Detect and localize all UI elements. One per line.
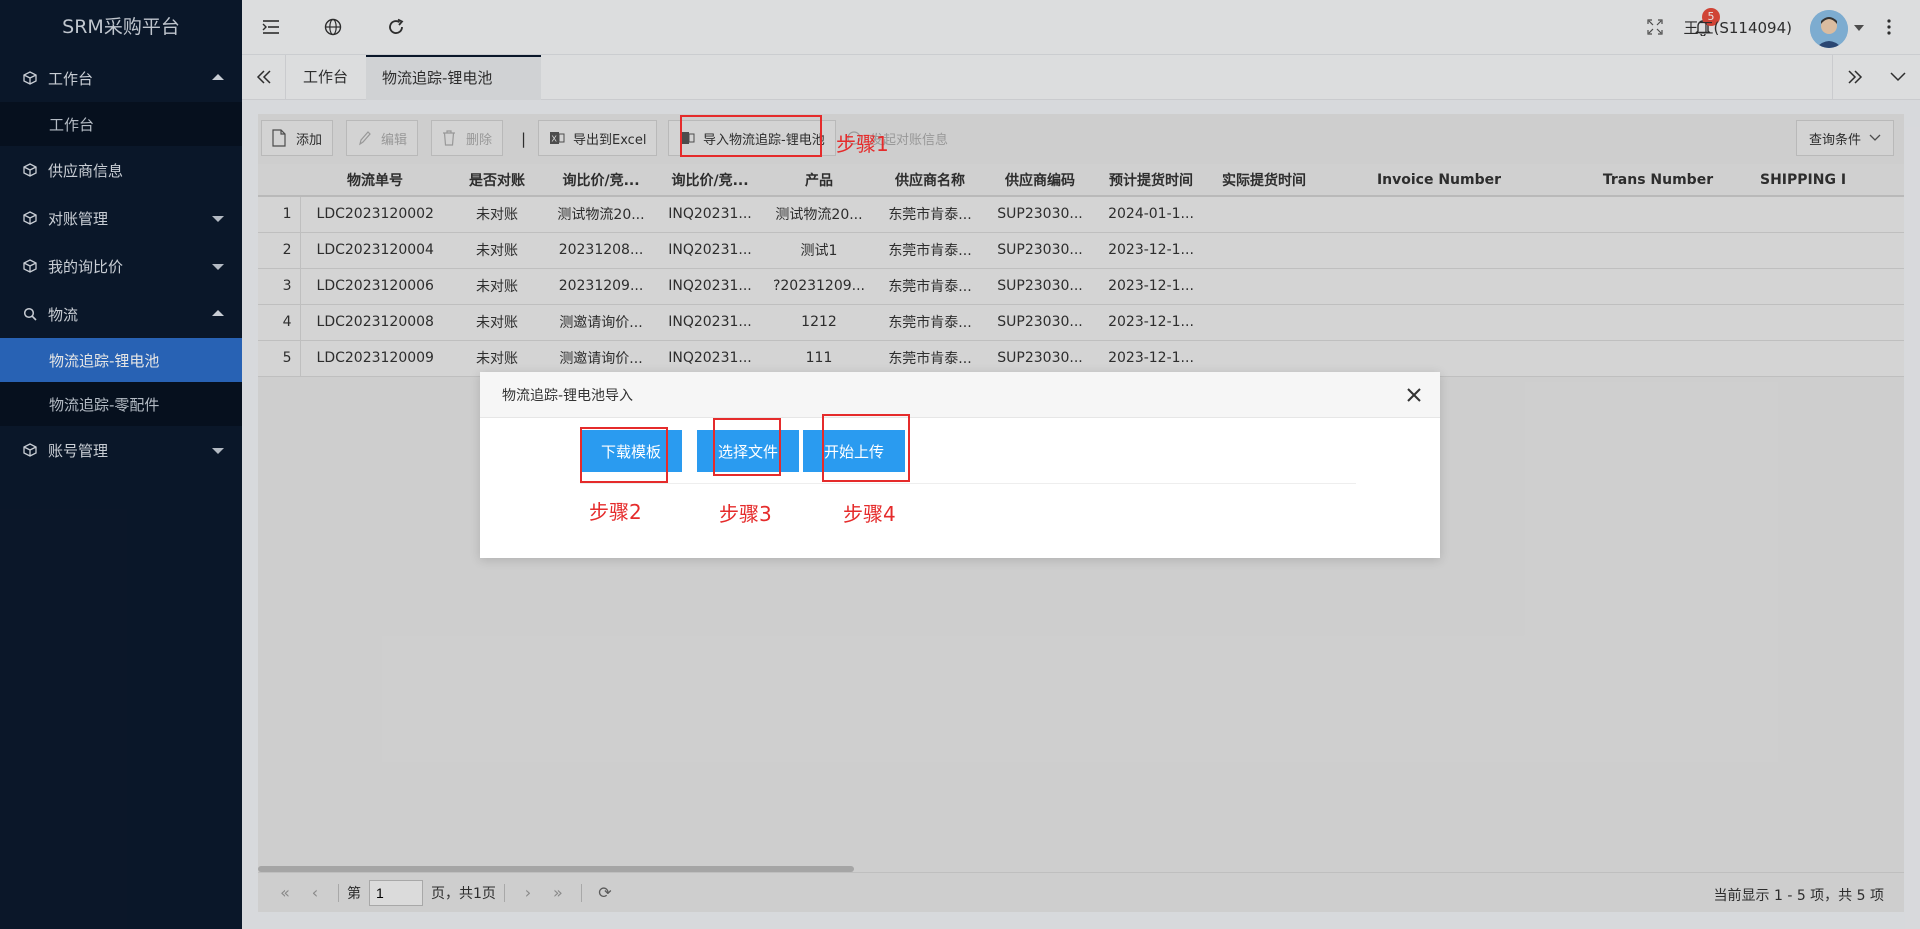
annotation-step2: 步骤2: [589, 500, 642, 524]
annotation-box-step3: [713, 418, 781, 476]
close-icon[interactable]: [1404, 385, 1424, 405]
annotation-step3: 步骤3: [719, 502, 772, 526]
annotation-step4: 步骤4: [843, 502, 896, 526]
modal-header: 物流追踪-锂电池导入: [480, 372, 1440, 418]
modal-title: 物流追踪-锂电池导入: [502, 387, 634, 404]
annotation-box-step1: [680, 115, 822, 157]
annotation-step1: 步骤1: [836, 132, 889, 156]
annotation-box-step2: [580, 427, 668, 483]
annotation-box-step4: [822, 414, 910, 482]
